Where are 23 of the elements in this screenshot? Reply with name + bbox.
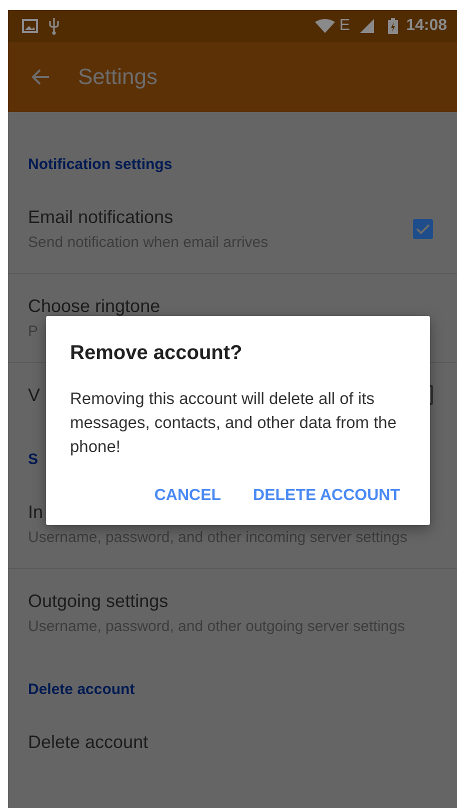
setting-title: Email notifications	[28, 206, 174, 229]
section-header: Notification settings	[28, 156, 172, 173]
section-header: S	[28, 451, 38, 468]
screen-title: Settings	[78, 64, 158, 90]
confirm-button[interactable]: DELETE ACCOUNT	[241, 479, 412, 513]
signal-icon	[360, 19, 374, 33]
cancel-button[interactable]: CANCEL	[142, 479, 234, 513]
setting-title: Outgoing settings	[28, 590, 168, 613]
image-icon	[22, 19, 38, 33]
usb-icon	[48, 17, 60, 35]
setting-title: In	[28, 501, 44, 524]
wifi-icon	[315, 19, 336, 33]
section-header: Delete account	[28, 681, 135, 698]
dialog-title: Remove account?	[70, 342, 244, 365]
checkbox[interactable]	[413, 219, 433, 239]
battery-icon	[388, 18, 398, 34]
dialog-message: Removing this account will delete all of its messages, contacts, and other data from the phone!	[70, 389, 398, 458]
network-type: E	[339, 17, 350, 35]
setting-title: V	[28, 384, 40, 407]
clock: 14:08	[406, 17, 447, 35]
setting-title: Choose ringtone	[28, 295, 160, 318]
setting-title: Delete account	[28, 731, 148, 754]
back-arrow-icon[interactable]	[32, 69, 50, 85]
